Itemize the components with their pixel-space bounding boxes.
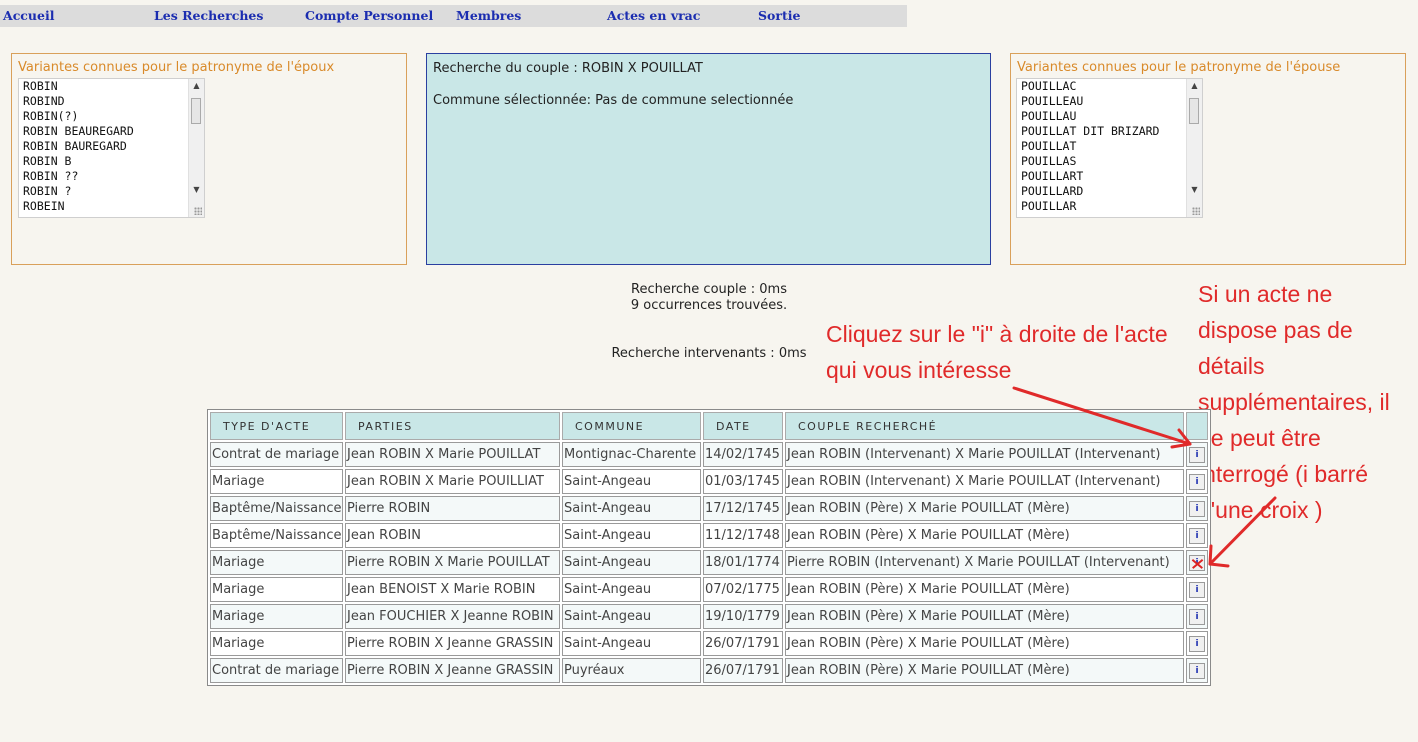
arrow-to-info-icon [1012,386,1192,446]
annotation-arrows [1012,386,1277,568]
arrow-to-crossed-icon [1208,496,1277,566]
